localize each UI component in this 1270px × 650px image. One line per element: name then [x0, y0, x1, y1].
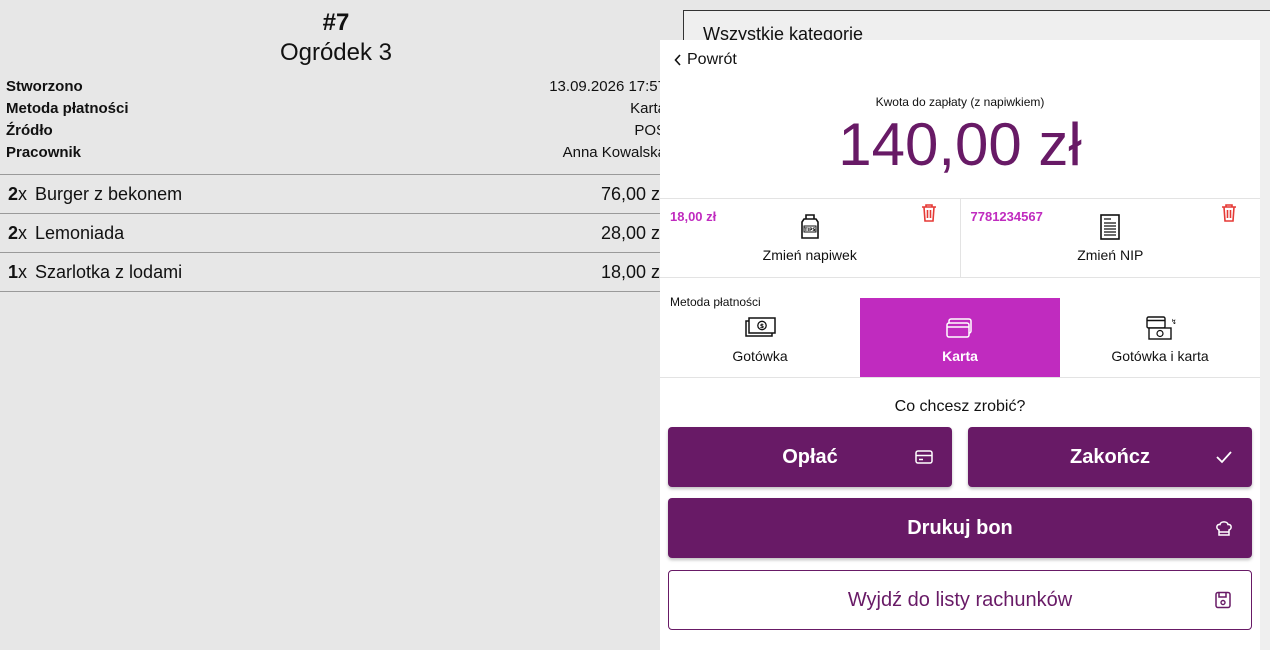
- payment-method-label: Karta: [942, 348, 978, 364]
- card-icon: [946, 318, 972, 338]
- action-question: Co chcesz zrobić?: [894, 398, 1026, 415]
- payment-dialog: Powrót Kwota do zapłaty (z napiwkiem) 14…: [660, 40, 1260, 650]
- card-icon: [915, 450, 933, 464]
- tip-label: Zmień napiwek: [762, 247, 857, 263]
- receipt-panel: #7 Ogródek 3 Stworzono 13.09.2026 17:57 …: [0, 0, 672, 650]
- meta-label: Stworzono: [6, 77, 83, 95]
- tip-value: 18,00 zł: [670, 209, 717, 224]
- chevron-left-icon: [674, 54, 681, 66]
- meta-value: 13.09.2026 17:57: [549, 77, 666, 95]
- meta-row-source: Źródło POS: [6, 119, 666, 141]
- finish-button-label: Zakończ: [1069, 445, 1151, 468]
- payment-method-card[interactable]: Karta: [860, 298, 1060, 377]
- receipt-table-name: Ogródek 3: [279, 39, 393, 66]
- item-price: 76,00 zł: [600, 183, 664, 204]
- payment-method-selector: $ Gotówka Karta ↯ Gotówka i karta: [660, 298, 1260, 378]
- item-price: 28,00 zł: [600, 222, 664, 243]
- receipt-meta: Stworzono 13.09.2026 17:57 Metoda płatno…: [6, 75, 666, 163]
- payment-method-label: Gotówka i karta: [1111, 348, 1209, 364]
- payment-method-title: Metoda płatności: [670, 295, 761, 309]
- trash-icon[interactable]: [1220, 203, 1238, 223]
- item-name: Lemoniada: [35, 222, 125, 243]
- item-quantity: 2x: [8, 183, 28, 204]
- payment-method-cash-and-card[interactable]: ↯ Gotówka i karta: [1060, 298, 1260, 377]
- svg-text:$: $: [760, 323, 764, 330]
- list-item[interactable]: 2x Lemoniada 28,00 zł: [0, 214, 672, 253]
- print-kitchen-ticket-button[interactable]: Drukuj bon: [668, 498, 1252, 558]
- invoice-icon: [1100, 214, 1121, 240]
- chef-hat-icon: [1216, 521, 1232, 536]
- list-item[interactable]: 1x Szarlotka z lodami 18,00 zł: [0, 253, 672, 292]
- cash-icon: $: [745, 317, 776, 337]
- trash-icon[interactable]: [920, 203, 938, 223]
- list-item[interactable]: 2x Burger z bekonem 76,00 zł: [0, 175, 672, 214]
- meta-row-payment-method: Metoda płatności Karta: [6, 97, 666, 119]
- item-name: Szarlotka z lodami: [35, 261, 183, 282]
- payment-method-label: Gotówka: [732, 348, 788, 364]
- print-button-label: Drukuj bon: [907, 516, 1013, 539]
- save-icon: [1215, 591, 1231, 609]
- item-quantity: 1x: [8, 261, 28, 282]
- change-tip-button[interactable]: 18,00 zł TIPS Zmień napiwek: [660, 199, 960, 277]
- tips-jar-icon: TIPS: [800, 214, 819, 239]
- meta-label: Źródło: [6, 121, 53, 139]
- amount-caption: Kwota do zapłaty (z napiwkiem): [875, 95, 1045, 109]
- exit-button-label: Wyjdź do listy rachunków: [847, 588, 1073, 611]
- item-price: 18,00 zł: [600, 261, 664, 282]
- nip-label: Zmień NIP: [1077, 247, 1144, 263]
- meta-value: Anna Kowalska: [562, 143, 666, 161]
- back-label: Powrót: [687, 51, 737, 68]
- finish-button[interactable]: Zakończ: [968, 427, 1252, 487]
- amount-due: 140,00 zł: [838, 111, 1082, 178]
- receipt-options: 18,00 zł TIPS Zmień napiwek 7781234567 Z…: [660, 198, 1260, 278]
- receipt-items-list: 2x Burger z bekonem 76,00 zł 2x Lemoniad…: [0, 174, 672, 292]
- check-icon: [1216, 451, 1232, 464]
- change-nip-button[interactable]: 7781234567 Zmień NIP: [959, 199, 1261, 277]
- pay-button[interactable]: Opłać: [668, 427, 952, 487]
- meta-label: Pracownik: [6, 143, 82, 161]
- meta-row-employee: Pracownik Anna Kowalska: [6, 141, 666, 163]
- svg-text:↯: ↯: [1171, 318, 1176, 326]
- item-quantity: 2x: [8, 222, 28, 243]
- cash-and-card-icon: ↯: [1146, 316, 1176, 340]
- pay-button-label: Opłać: [782, 445, 838, 468]
- back-button[interactable]: Powrót: [674, 51, 737, 69]
- exit-to-bills-list-button[interactable]: Wyjdź do listy rachunków: [668, 570, 1252, 630]
- meta-row-created: Stworzono 13.09.2026 17:57: [6, 75, 666, 97]
- receipt-number: #7: [322, 9, 350, 36]
- svg-text:TIPS: TIPS: [804, 227, 815, 233]
- item-name: Burger z bekonem: [35, 183, 183, 204]
- meta-label: Metoda płatności: [6, 99, 129, 117]
- payment-method-cash[interactable]: $ Gotówka: [660, 298, 860, 377]
- nip-value: 7781234567: [970, 209, 1043, 224]
